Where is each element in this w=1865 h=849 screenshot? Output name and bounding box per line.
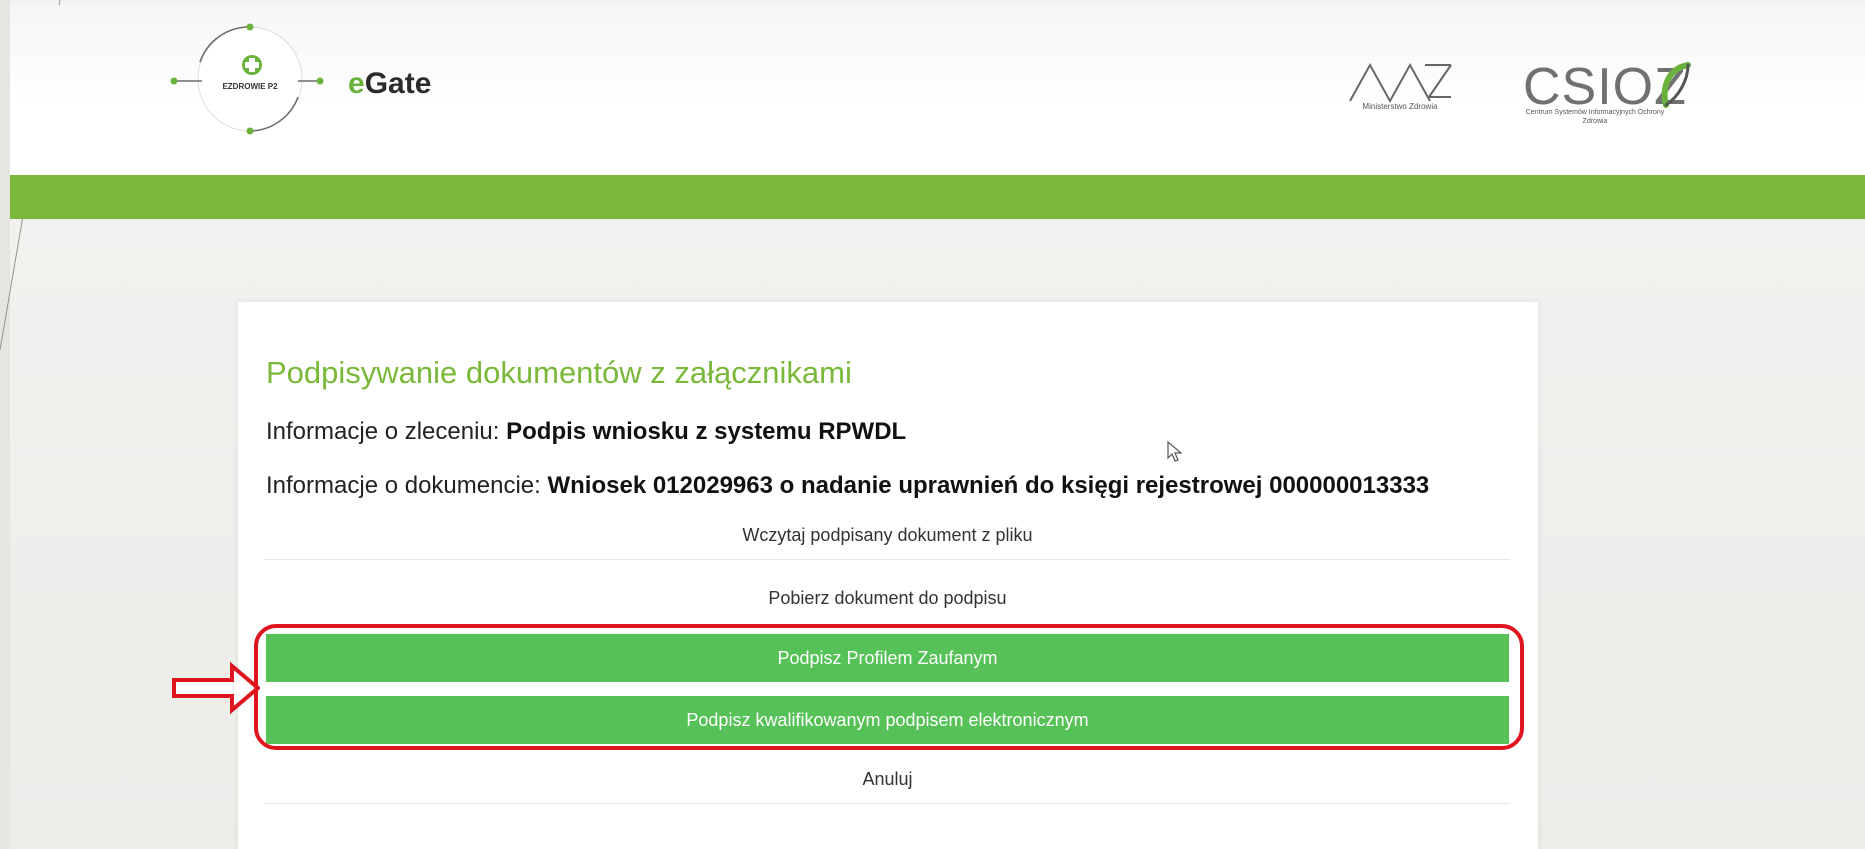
download-document-button[interactable]: Pobierz dokument do podpisu	[265, 574, 1510, 622]
csioz-swoosh-icon	[1661, 62, 1691, 108]
order-info: Informacje o zleceniu: Podpis wniosku z …	[266, 418, 906, 446]
document-info-label: Informacje o dokumencie:	[266, 472, 548, 499]
site-header: EZDROWIE P2 eGate Ministerstwo Zdrowia C…	[10, 5, 1865, 175]
ministry-caption: Ministerstwo Zdrowia	[1362, 102, 1438, 111]
ezdrowie-logo[interactable]: EZDROWIE P2	[160, 17, 340, 147]
header-green-bar	[10, 175, 1865, 219]
mouse-cursor-icon	[1167, 440, 1183, 462]
ezdrowie-logo-icon: EZDROWIE P2	[170, 23, 324, 135]
document-info-value: Wniosek 012029963 o nadanie uprawnień do…	[547, 472, 1430, 499]
order-info-value: Podpis wniosku z systemu RPWDL	[506, 418, 907, 445]
brand-name: Gate	[364, 67, 432, 100]
annotation-arrow-icon	[172, 662, 260, 714]
logo-small-text: EZDROWIE P2	[222, 82, 278, 91]
document-info: Informacje o dokumencie: Wniosek 0120299…	[266, 472, 1429, 500]
load-signed-document-button[interactable]: Wczytaj podpisany dokument z pliku	[265, 512, 1510, 560]
brand-title: eGate	[348, 67, 431, 101]
order-info-label: Informacje o zleceniu:	[266, 418, 507, 445]
csioz-caption: Centrum Systemów Informacyjnych Ochrony …	[1525, 109, 1665, 125]
cancel-button[interactable]: Anuluj	[265, 756, 1510, 804]
card-title: Podpisywanie dokumentów z załącznikami	[266, 355, 852, 390]
highlight-annotation-box	[254, 624, 1524, 750]
brand-prefix: e	[348, 67, 365, 100]
